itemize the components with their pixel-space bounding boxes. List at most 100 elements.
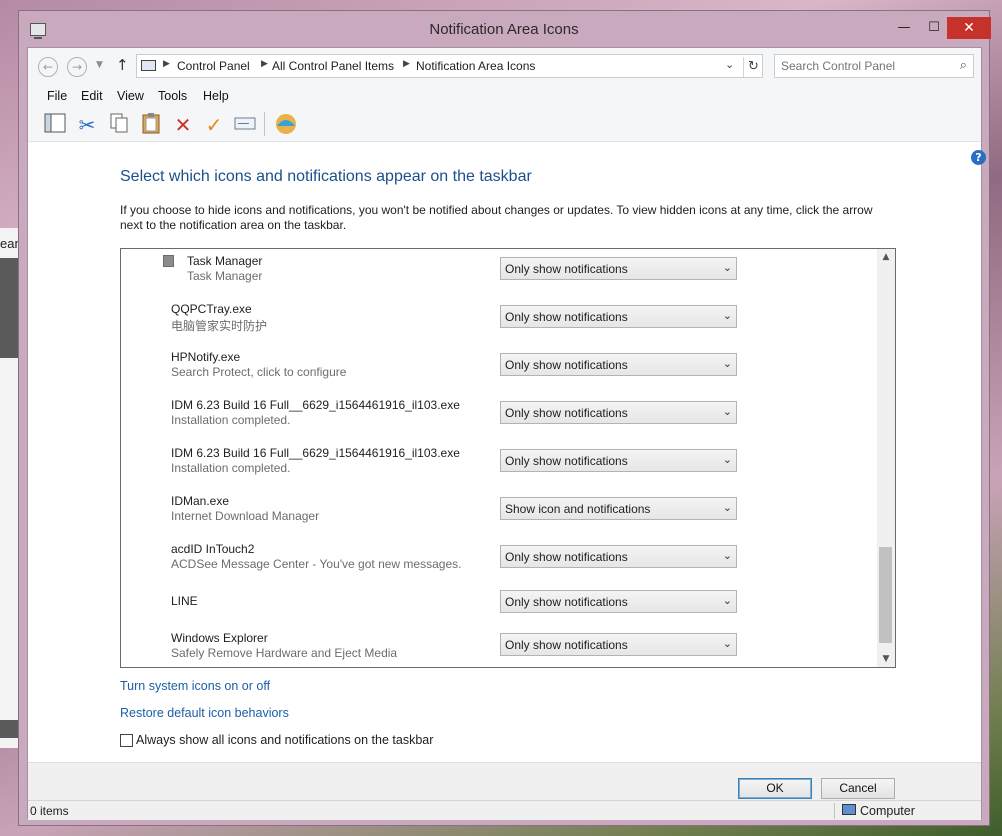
behavior-value: Only show notifications [505, 358, 628, 372]
behavior-select[interactable]: Only show notifications ⌄ [500, 590, 737, 613]
chevron-down-icon: ⌄ [722, 405, 732, 418]
app-name: IDMan.exe [171, 494, 230, 508]
minimize-button[interactable]: — [889, 17, 919, 39]
title-bar[interactable]: Notification Area Icons — ☐ ✕ [19, 11, 991, 47]
list-item: IDM 6.23 Build 16 Full__6629_i1564461916… [121, 393, 877, 441]
control-panel-window: Notification Area Icons — ☐ ✕ ← → ▼ ↑ ▶ … [18, 10, 991, 826]
up-arrow-button[interactable]: ↑ [116, 56, 129, 74]
breadcrumb-chevron-icon[interactable]: ▶ [261, 59, 268, 69]
chevron-down-icon: ⌄ [722, 357, 732, 370]
search-input[interactable] [781, 59, 941, 73]
app-description: Installation completed. [171, 461, 291, 475]
scroll-up-arrow-icon[interactable]: ▲ [877, 249, 895, 265]
scroll-thumb[interactable] [879, 547, 892, 643]
breadcrumb-all-items[interactable]: All Control Panel Items [272, 59, 394, 73]
notification-icons-list[interactable]: Task Manager Task Manager Only show noti… [120, 248, 896, 668]
list-item: QQPCTray.exe 电脑管家实时防护 Only show notifica… [121, 297, 877, 345]
breadcrumb-chevron-icon[interactable]: ▶ [163, 59, 170, 69]
behavior-value: Only show notifications [505, 454, 628, 468]
status-bar: 0 items Computer [28, 800, 981, 820]
close-button[interactable]: ✕ [947, 17, 991, 39]
search-icon[interactable]: ⌕ [960, 58, 967, 73]
always-show-checkbox[interactable] [120, 734, 133, 747]
behavior-value: Only show notifications [505, 406, 628, 420]
behavior-value: Only show notifications [505, 550, 628, 564]
app-name: acdID InTouch2 [171, 542, 255, 556]
address-box[interactable]: ▶ Control Panel ▶ All Control Panel Item… [136, 54, 763, 78]
chevron-down-icon: ⌄ [722, 309, 732, 322]
search-box[interactable]: ⌕ [774, 54, 974, 78]
menu-view[interactable]: View [117, 89, 144, 103]
app-name: IDM 6.23 Build 16 Full__6629_i1564461916… [171, 446, 460, 460]
list-item: Task Manager Task Manager Only show noti… [121, 249, 877, 297]
ok-button[interactable]: OK [738, 778, 812, 799]
status-location: Computer [860, 804, 915, 818]
task-manager-icon [163, 255, 174, 267]
behavior-select[interactable]: Only show notifications ⌄ [500, 545, 737, 568]
shell-icon[interactable] [273, 112, 299, 138]
behavior-select[interactable]: Only show notifications ⌄ [500, 305, 737, 328]
behavior-value: Only show notifications [505, 638, 628, 652]
recent-locations-chevron-icon[interactable]: ▼ [96, 60, 103, 70]
app-name: LINE [171, 594, 198, 608]
behavior-select[interactable]: Only show notifications ⌄ [500, 353, 737, 376]
delete-icon[interactable]: ✕ [170, 112, 196, 138]
app-name: QQPCTray.exe [171, 302, 252, 316]
app-description: Safely Remove Hardware and Eject Media [171, 646, 398, 660]
app-description: 电脑管家实时防护 [171, 319, 268, 333]
dialog-footer: OK Cancel [28, 762, 981, 800]
app-description: Search Protect, click to configure [171, 365, 347, 379]
always-show-label[interactable]: Always show all icons and notifications … [136, 733, 433, 747]
app-description: ACDSee Message Center - You've got new m… [171, 557, 462, 571]
chevron-down-icon: ⌄ [722, 549, 732, 562]
behavior-value: Only show notifications [505, 595, 628, 609]
app-name: Windows Explorer [171, 631, 268, 645]
app-description: Installation completed. [171, 413, 291, 427]
page-description: If you choose to hide icons and notifica… [120, 203, 873, 232]
chevron-down-icon: ⌄ [722, 501, 732, 514]
app-name: HPNotify.exe [171, 350, 241, 364]
behavior-select[interactable]: Only show notifications ⌄ [500, 633, 737, 656]
behavior-value: Only show notifications [505, 262, 628, 276]
breadcrumb-control-panel[interactable]: Control Panel [177, 59, 250, 73]
toolbar-separator [264, 112, 265, 136]
breadcrumb-notification-area-icons[interactable]: Notification Area Icons [416, 59, 535, 73]
list-item: IDMan.exe Internet Download Manager Show… [121, 489, 877, 537]
address-bar: ← → ▼ ↑ ▶ Control Panel ▶ All Control Pa… [28, 48, 981, 86]
properties-check-icon[interactable]: ✓ [201, 112, 227, 138]
layout-icon[interactable] [42, 112, 68, 138]
breadcrumb-chevron-icon[interactable]: ▶ [403, 59, 410, 69]
behavior-select[interactable]: Only show notifications ⌄ [500, 401, 737, 424]
app-name: Task Manager [187, 254, 263, 268]
status-divider [834, 803, 835, 819]
menu-tools[interactable]: Tools [158, 89, 187, 103]
behavior-select[interactable]: Only show notifications ⌄ [500, 257, 737, 280]
behavior-select[interactable]: Show icon and notifications ⌄ [500, 497, 737, 520]
help-icon[interactable]: ? [971, 150, 986, 165]
turn-system-icons-link[interactable]: Turn system icons on or off [120, 679, 270, 693]
copy-icon[interactable] [106, 112, 132, 138]
restore-defaults-link[interactable]: Restore default icon behaviors [120, 706, 289, 720]
behavior-value: Only show notifications [505, 310, 628, 324]
menu-bar: File Edit View Tools Help [28, 86, 981, 106]
menu-edit[interactable]: Edit [81, 89, 103, 103]
paste-icon[interactable] [138, 112, 164, 138]
menu-file[interactable]: File [47, 89, 67, 103]
forward-button[interactable]: → [67, 57, 87, 77]
maximize-button[interactable]: ☐ [919, 17, 949, 39]
toolbar: ✂ ✕ ✓ [28, 106, 981, 142]
chevron-down-icon: ⌄ [722, 261, 732, 274]
rename-icon[interactable] [232, 112, 258, 138]
behavior-value: Show icon and notifications [505, 502, 651, 516]
cancel-button[interactable]: Cancel [821, 778, 895, 799]
scroll-down-arrow-icon[interactable]: ▼ [877, 651, 895, 667]
menu-help[interactable]: Help [203, 89, 229, 103]
address-dropdown-chevron-icon[interactable]: ⌄ [725, 58, 734, 71]
behavior-select[interactable]: Only show notifications ⌄ [500, 449, 737, 472]
cut-icon[interactable]: ✂ [74, 112, 100, 138]
back-button[interactable]: ← [38, 57, 58, 77]
window-title: Notification Area Icons [429, 21, 579, 38]
refresh-icon[interactable]: ↻ [743, 57, 763, 77]
chevron-down-icon: ⌄ [722, 453, 732, 466]
list-scrollbar[interactable]: ▲ ▼ [877, 249, 895, 667]
